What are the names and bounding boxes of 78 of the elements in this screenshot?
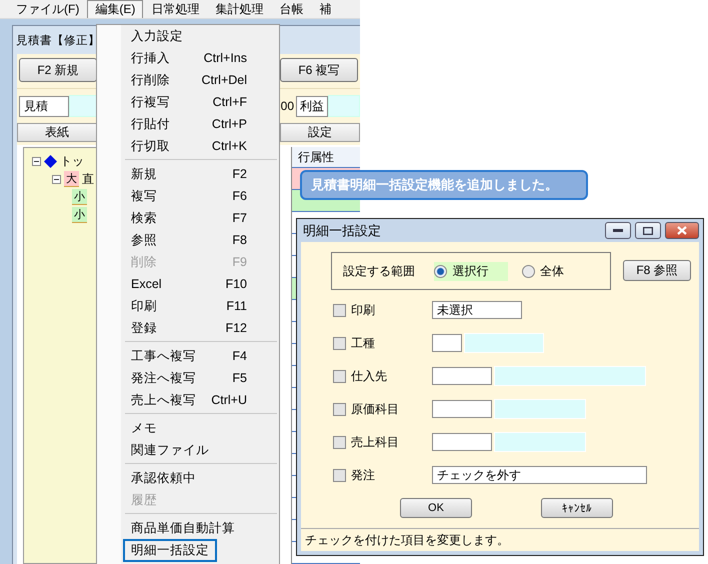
- radio-icon[interactable]: [434, 264, 448, 278]
- input-field[interactable]: チェックを外す: [432, 466, 647, 484]
- menu-item[interactable]: 売上へ複写 Ctrl+U: [97, 389, 279, 411]
- checkbox[interactable]: [333, 402, 346, 416]
- dialog-title: 明細一括設定: [303, 222, 381, 240]
- maximize-icon: [643, 226, 653, 234]
- menu-item[interactable]: 行複写 Ctrl+F: [97, 91, 279, 113]
- menu-item[interactable]: 商品単価自動計算: [97, 517, 279, 539]
- tree-tag[interactable]: 小: [72, 207, 87, 223]
- menu-item[interactable]: 行貼付 Ctrl+P: [97, 113, 279, 135]
- field-label: 売上科目: [351, 434, 400, 450]
- checkbox[interactable]: [333, 436, 346, 448]
- menu-bar-item[interactable]: 集計処理: [207, 0, 272, 18]
- radio-option[interactable]: 選択行: [434, 262, 508, 280]
- field-label: 原価科目: [351, 400, 400, 418]
- menu-item[interactable]: メモ: [97, 417, 279, 439]
- close-button[interactable]: [665, 222, 699, 239]
- amount-text: 00: [280, 99, 294, 113]
- input-field[interactable]: 未選択: [432, 301, 522, 319]
- checkbox[interactable]: [333, 370, 346, 382]
- menu-item[interactable]: 行挿入 Ctrl+Ins: [97, 47, 279, 69]
- collapse-icon[interactable]: [52, 174, 61, 184]
- menu-item[interactable]: Excel F10: [97, 273, 279, 295]
- menu-item[interactable]: 新規 F2: [97, 163, 279, 185]
- code-field[interactable]: [432, 334, 462, 352]
- checkbox[interactable]: [333, 336, 346, 350]
- close-icon: [677, 226, 687, 235]
- column-header: 行属性: [298, 148, 334, 166]
- tab[interactable]: 表紙: [17, 123, 97, 142]
- code-field[interactable]: [432, 433, 492, 451]
- diamond-icon: [44, 154, 57, 168]
- window-title: 見積書【修正】: [16, 34, 100, 48]
- menu-item[interactable]: 関連ファイル: [97, 439, 279, 461]
- menu-bar-item[interactable]: 編集(E): [87, 0, 144, 18]
- tree-item[interactable]: 直: [82, 170, 94, 188]
- menu-bar-item[interactable]: 補: [311, 0, 340, 18]
- menu-bar-item[interactable]: ファイル(F): [8, 0, 88, 18]
- code-field[interactable]: [432, 400, 492, 418]
- field-label: 発注: [351, 466, 376, 484]
- menu-item[interactable]: 複写 F6: [97, 185, 279, 207]
- toolbar-button[interactable]: F6 複写: [280, 58, 358, 82]
- checkbox[interactable]: [333, 304, 346, 316]
- field-label: 見積: [19, 96, 69, 116]
- minimize-icon: [613, 228, 623, 232]
- minimize-button[interactable]: [605, 222, 631, 239]
- menu-item[interactable]: 入力設定: [97, 25, 279, 47]
- collapse-icon[interactable]: [32, 156, 41, 166]
- code-field[interactable]: [432, 367, 492, 385]
- menu-item[interactable]: 承認依頼中: [97, 467, 279, 489]
- menu-item[interactable]: 発注へ複写 F5: [97, 367, 279, 389]
- menu-item[interactable]: 参照 F8: [97, 229, 279, 251]
- dialog-button[interactable]: OK: [400, 498, 472, 518]
- tree-tag[interactable]: 大: [64, 171, 79, 187]
- tab[interactable]: 設定: [280, 123, 360, 142]
- menu-item[interactable]: 行削除 Ctrl+Del: [97, 69, 279, 91]
- radio-icon[interactable]: [522, 264, 536, 278]
- menu-item[interactable]: 登録 F12: [97, 317, 279, 339]
- menu-item[interactable]: 印刷 F11: [97, 295, 279, 317]
- field-label: 利益: [296, 96, 328, 116]
- radio-option[interactable]: 全体: [522, 262, 596, 280]
- menu-item[interactable]: 工事へ複写 F4: [97, 345, 279, 367]
- checkbox[interactable]: [333, 468, 346, 482]
- reference-button[interactable]: F8 参照: [623, 260, 691, 281]
- field-label: 仕入先: [351, 368, 388, 384]
- tree-item[interactable]: トッ: [60, 152, 84, 170]
- toolbar-button[interactable]: F2 新規: [19, 58, 97, 82]
- menu-item[interactable]: 検索 F7: [97, 207, 279, 229]
- range-label: 設定する範囲: [343, 262, 416, 280]
- info-tooltip: 見積書明細一括設定機能を追加しました。: [300, 170, 588, 200]
- field-label: 印刷: [351, 302, 376, 318]
- field-label: 工種: [351, 334, 376, 352]
- profit-field[interactable]: [328, 95, 360, 117]
- menu-bar-item[interactable]: 台帳: [271, 0, 312, 18]
- menu-item[interactable]: 行切取 Ctrl+K: [97, 135, 279, 157]
- dialog-button[interactable]: ｷｬﾝｾﾙ: [541, 498, 613, 518]
- maximize-button[interactable]: [635, 222, 661, 239]
- menu-bar-item[interactable]: 日常処理: [143, 0, 208, 18]
- tree-tag[interactable]: 小: [72, 189, 87, 205]
